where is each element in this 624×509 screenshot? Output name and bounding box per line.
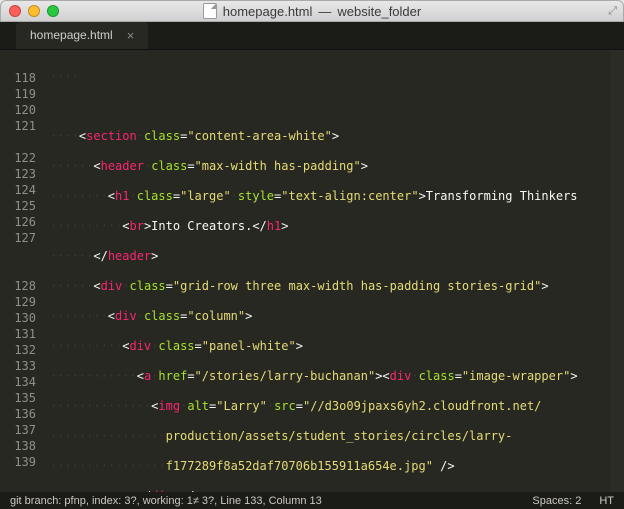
minimize-icon[interactable]: [28, 5, 40, 17]
status-bar: git branch: pfnp, index: 3?, working: 1≠…: [0, 492, 624, 509]
close-icon[interactable]: [9, 5, 21, 17]
title-folder: website_folder: [337, 4, 421, 19]
line-gutter: 1181191201211221231241251261271281291301…: [0, 50, 44, 492]
document-icon: [203, 3, 217, 19]
title-separator: —: [318, 4, 331, 19]
traffic-lights: [9, 5, 59, 17]
tab-bar: homepage.html ×: [0, 22, 624, 50]
window-titlebar: homepage.html — website_folder ⤢: [0, 0, 624, 22]
status-spaces[interactable]: Spaces: 2: [532, 495, 581, 507]
tab-label: homepage.html: [30, 28, 113, 42]
title-filename: homepage.html: [223, 4, 313, 19]
code-editor[interactable]: 1181191201211221231241251261271281291301…: [0, 50, 624, 492]
window-title: homepage.html — website_folder: [203, 3, 421, 19]
minimap-scrollbar[interactable]: [610, 50, 624, 492]
tab-close-icon[interactable]: ×: [127, 28, 135, 43]
code-area[interactable]: ···· ····<section·class="content-area-wh…: [44, 50, 624, 492]
resize-icon[interactable]: ⤢: [608, 4, 617, 18]
maximize-icon[interactable]: [47, 5, 59, 17]
tab-homepage[interactable]: homepage.html ×: [16, 21, 148, 49]
status-left[interactable]: git branch: pfnp, index: 3?, working: 1≠…: [10, 495, 322, 507]
status-syntax[interactable]: HT: [599, 495, 614, 507]
